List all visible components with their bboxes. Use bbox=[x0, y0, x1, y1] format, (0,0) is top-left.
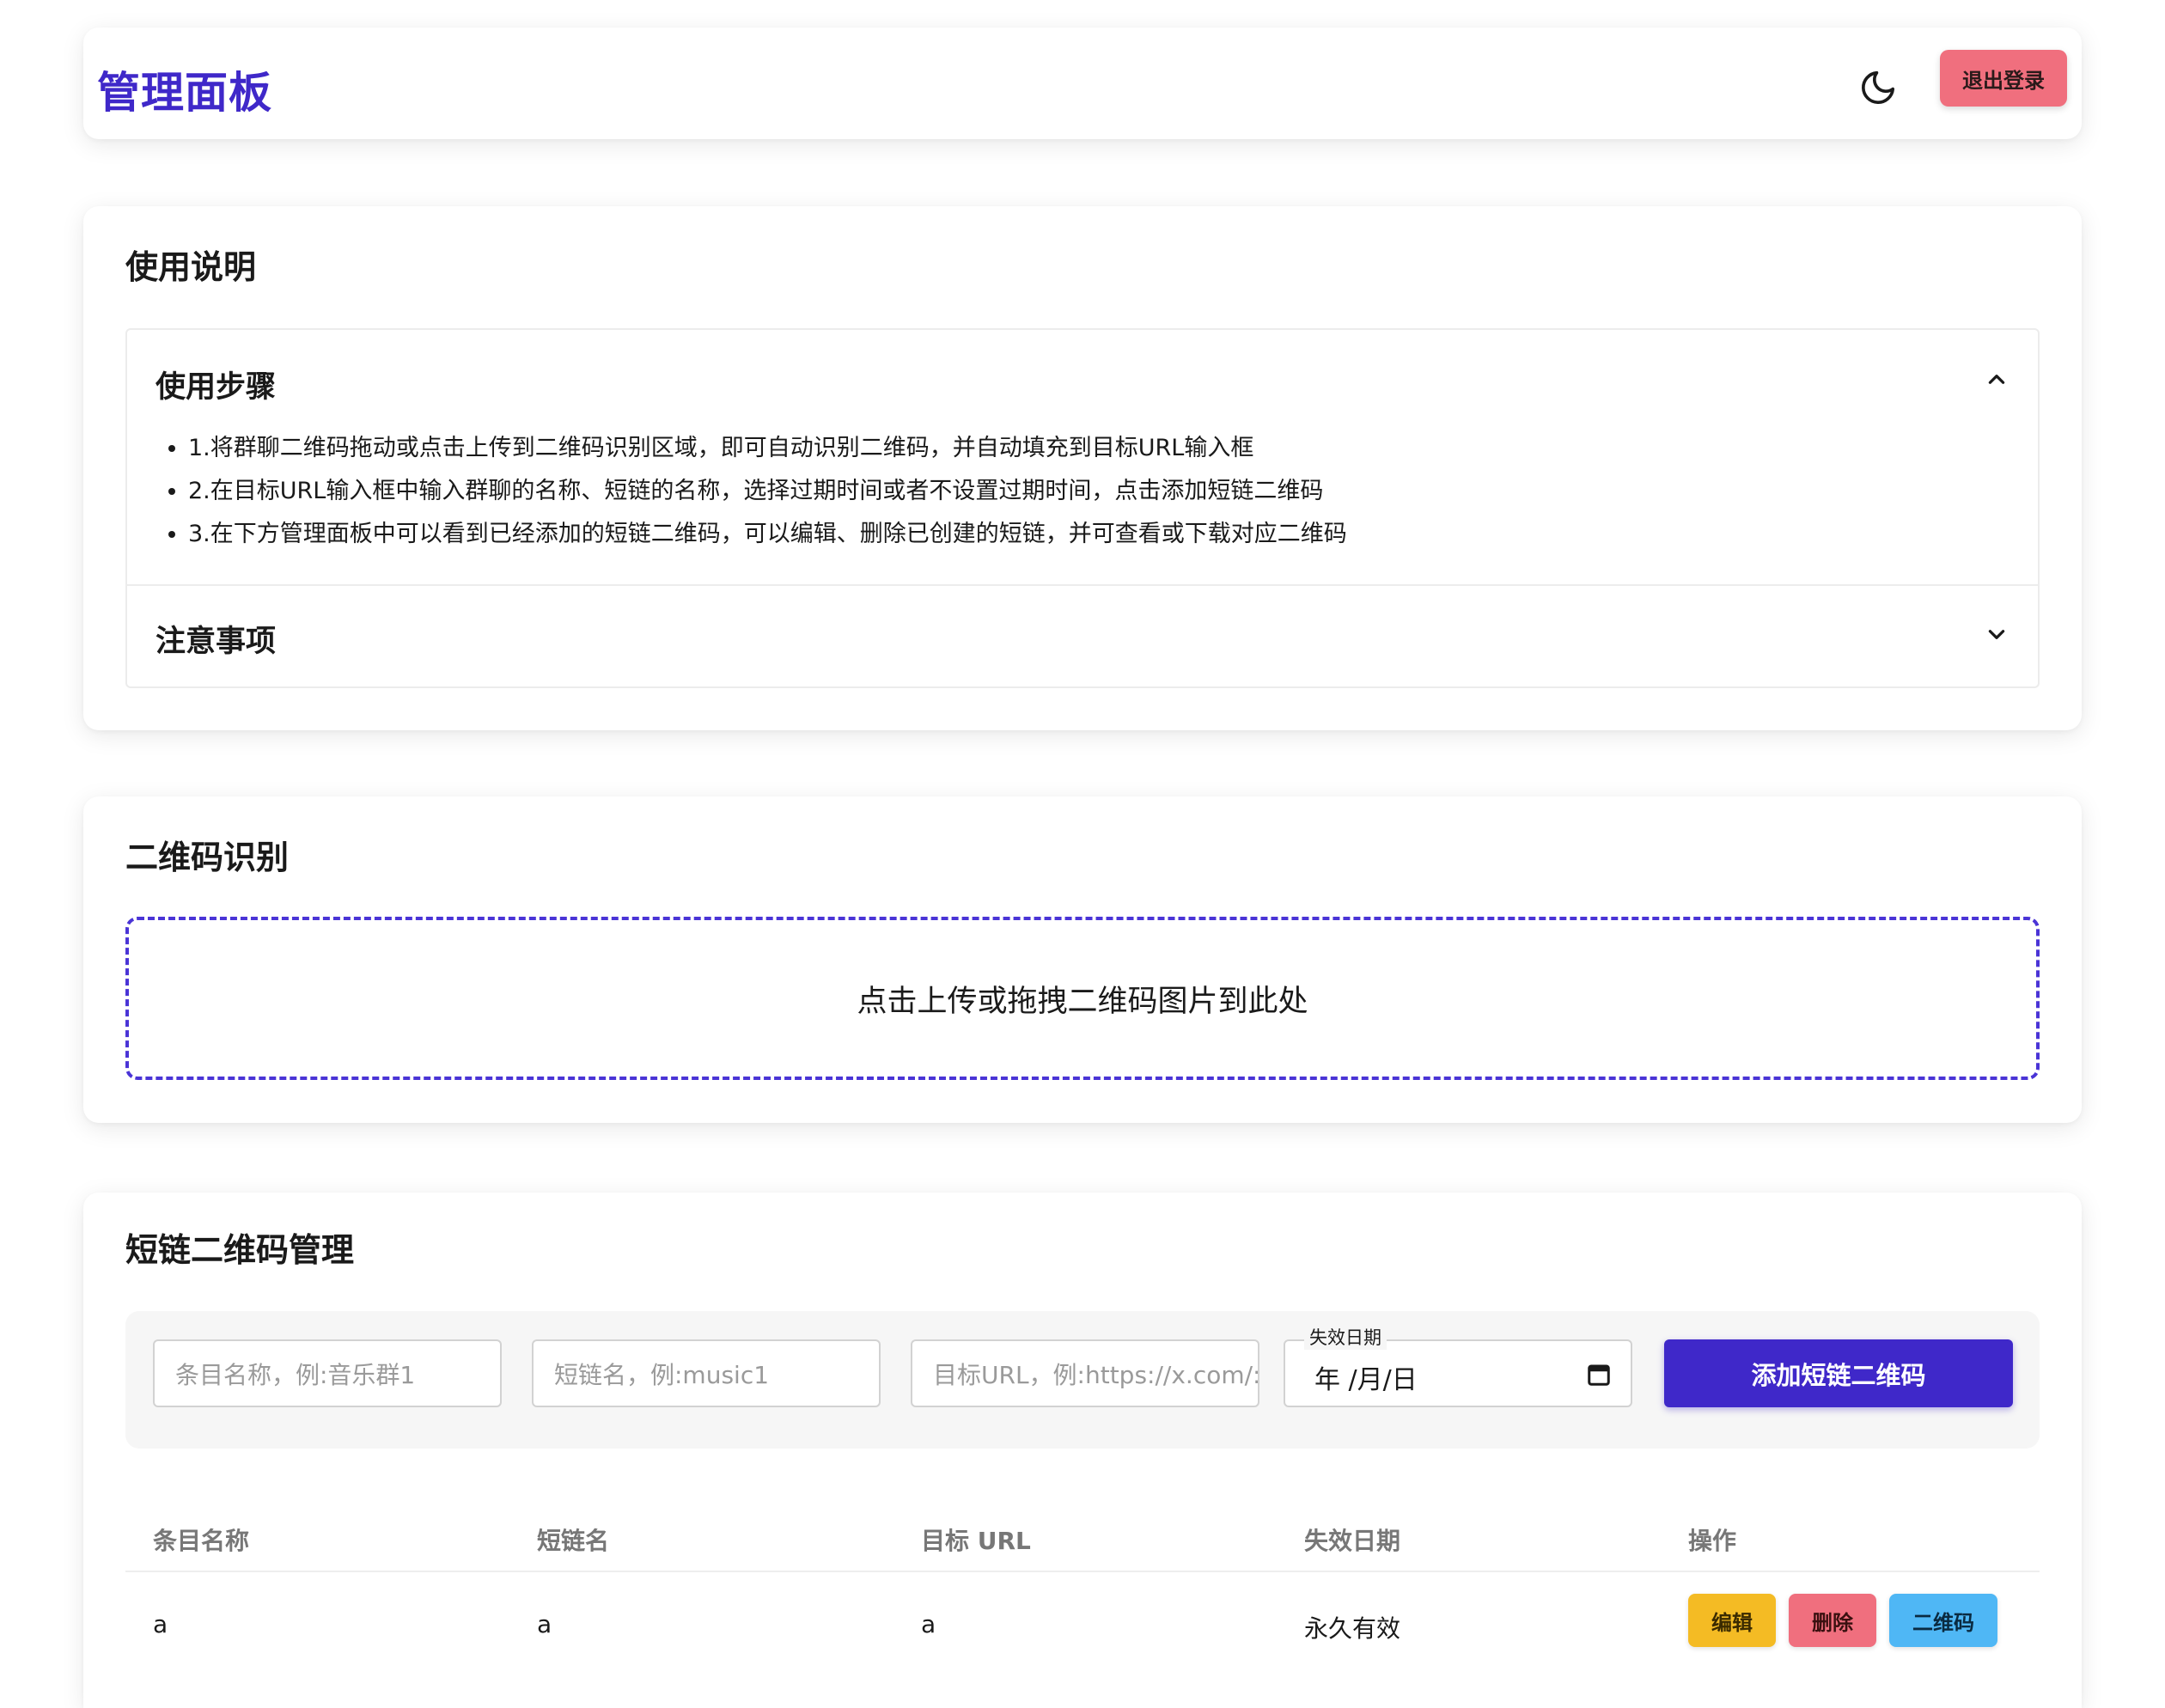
column-header-expiry: 失效日期 bbox=[1304, 1527, 1401, 1555]
column-header-actions: 操作 bbox=[1688, 1527, 1737, 1555]
qrcode-button[interactable]: 二维码 bbox=[1889, 1594, 1997, 1647]
cell-short: a bbox=[537, 1610, 552, 1638]
divider bbox=[125, 1571, 2040, 1572]
expiry-date-value: 年 /月/日 bbox=[1314, 1365, 1418, 1395]
qr-recognition-card: 二维码识别 点击上传或拖拽二维码图片到此处 bbox=[83, 796, 2082, 1123]
cell-expiry: 永久有效 bbox=[1304, 1614, 1401, 1643]
name-input[interactable]: 条目名称，例:音乐群1 bbox=[153, 1339, 502, 1407]
accordion-title-steps: 使用步骤 bbox=[156, 370, 277, 405]
add-shortlink-button[interactable]: 添加短链二维码 bbox=[1664, 1339, 2013, 1407]
steps-list: 1.将群聊二维码拖动或点击上传到二维码识别区域，即可自动识别二维码，并自动填充到… bbox=[156, 433, 1347, 562]
accordion-header-steps[interactable]: 使用步骤 bbox=[127, 363, 2038, 406]
shortlink-manage-card: 短链二维码管理 条目名称，例:音乐群1 短链名，例:music1 目标URL，例… bbox=[83, 1193, 2082, 1708]
usage-card: 使用说明 使用步骤 1.将群聊二维码拖动或点击上传到二维码识别区域，即可自动识别… bbox=[83, 206, 2082, 730]
moon-icon[interactable] bbox=[1852, 62, 1904, 113]
qr-title: 二维码识别 bbox=[125, 839, 290, 876]
cell-name: a bbox=[153, 1610, 168, 1638]
edit-button[interactable]: 编辑 bbox=[1688, 1594, 1776, 1647]
calendar-icon[interactable] bbox=[1586, 1362, 1612, 1388]
expiry-date-label: 失效日期 bbox=[1304, 1324, 1387, 1350]
delete-button[interactable]: 删除 bbox=[1789, 1594, 1876, 1647]
manage-title: 短链二维码管理 bbox=[125, 1231, 355, 1269]
list-item: 3.在下方管理面板中可以看到已经添加的短链二维码，可以编辑、删除已创建的短链，并… bbox=[188, 519, 1347, 562]
divider bbox=[127, 584, 2038, 586]
qr-upload-dropzone[interactable]: 点击上传或拖拽二维码图片到此处 bbox=[125, 917, 2040, 1080]
usage-accordion: 使用步骤 1.将群聊二维码拖动或点击上传到二维码识别区域，即可自动识别二维码，并… bbox=[125, 328, 2040, 688]
target-url-input[interactable]: 目标URL，例:https://x.com/: bbox=[911, 1339, 1259, 1407]
short-name-input[interactable]: 短链名，例:music1 bbox=[532, 1339, 881, 1407]
list-item: 2.在目标URL输入框中输入群聊的名称、短链的名称，选择过期时间或者不设置过期时… bbox=[188, 476, 1347, 519]
accordion-header-notes[interactable]: 注意事项 bbox=[127, 617, 2038, 661]
top-bar: 管理面板 退出登录 bbox=[83, 27, 2082, 139]
add-form: 条目名称，例:音乐群1 短链名，例:music1 目标URL，例:https:/… bbox=[125, 1311, 2040, 1449]
cell-url: a bbox=[921, 1610, 936, 1638]
column-header-short: 短链名 bbox=[537, 1527, 610, 1555]
page-title: 管理面板 bbox=[97, 68, 272, 118]
list-item: 1.将群聊二维码拖动或点击上传到二维码识别区域，即可自动识别二维码，并自动填充到… bbox=[188, 433, 1347, 476]
column-header-name: 条目名称 bbox=[153, 1527, 250, 1555]
logout-button[interactable]: 退出登录 bbox=[1940, 50, 2067, 107]
chevron-down-icon bbox=[1981, 619, 2012, 650]
accordion-title-notes: 注意事项 bbox=[156, 625, 277, 659]
expiry-date-input[interactable]: 失效日期 年 /月/日 bbox=[1284, 1324, 1632, 1407]
usage-title: 使用说明 bbox=[125, 248, 257, 286]
column-header-url: 目标 URL bbox=[921, 1527, 1031, 1555]
chevron-up-icon bbox=[1981, 364, 2012, 395]
